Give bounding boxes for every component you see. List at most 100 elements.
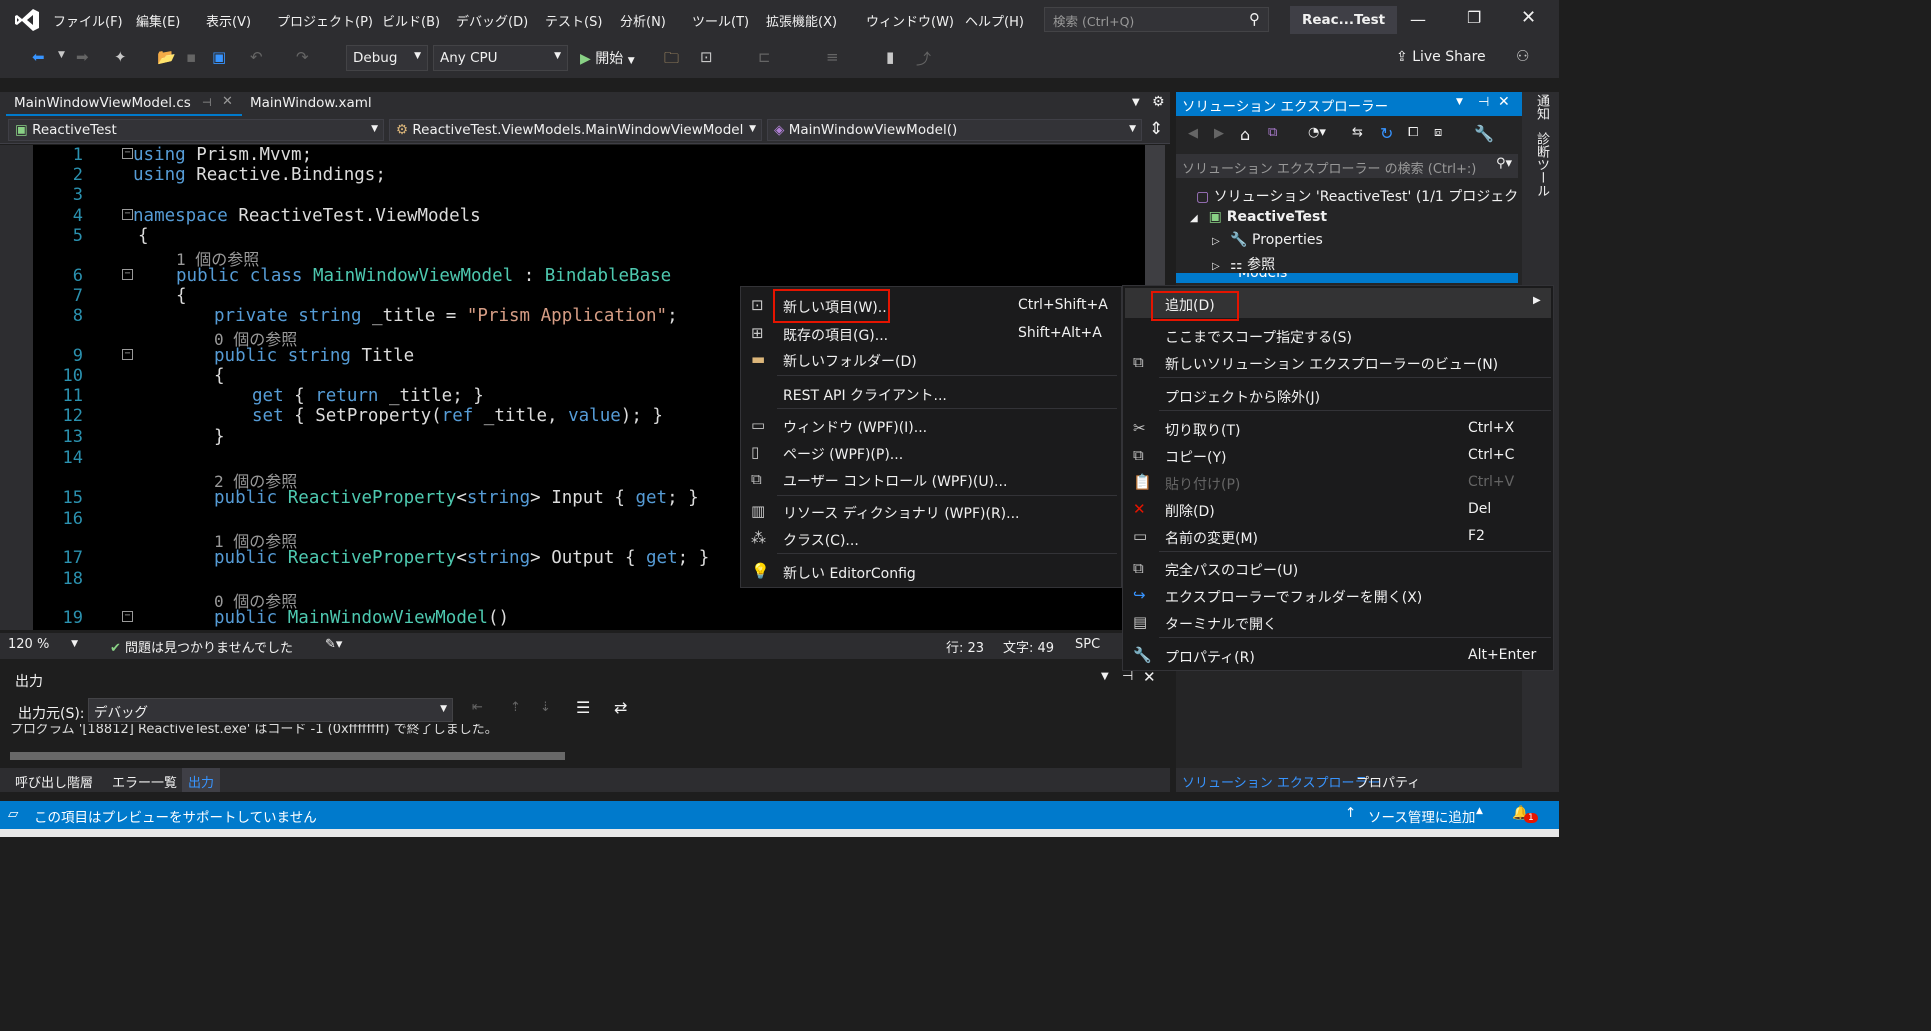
browse-folder-icon[interactable]: 🗀 xyxy=(664,48,679,73)
member-dropdown[interactable]: ◈ MainWindowViewModel() ▼ xyxy=(767,119,1142,141)
start-debug-button[interactable]: ▶ 開始 ▼ xyxy=(580,48,635,68)
menu-project[interactable]: プロジェクト(P) xyxy=(277,11,373,30)
platform-dropdown[interactable]: Any CPU ▼ xyxy=(433,45,568,71)
context-item-properties[interactable]: 🔧 プロパティ(R) Alt+Enter xyxy=(1123,643,1553,669)
project-dropdown[interactable]: ▣ ReactiveTest ▼ xyxy=(8,119,384,141)
search-box[interactable]: 検索 (Ctrl+Q) ⚲ xyxy=(1044,7,1269,32)
new-project-icon[interactable]: ✦ xyxy=(114,48,127,66)
context-item-scope[interactable]: ここまでスコープ指定する(S) xyxy=(1123,323,1553,349)
back-arrow-icon[interactable]: ⬅ xyxy=(32,48,45,66)
expanded-arrow-icon[interactable]: ◢ xyxy=(1190,213,1198,224)
feedback-icon[interactable]: ⚇ xyxy=(1516,47,1529,65)
close-window-button[interactable]: ✕ xyxy=(1521,7,1536,28)
minimize-button[interactable]: — xyxy=(1410,10,1426,29)
tab-mainwindow-xaml[interactable]: MainWindow.xaml xyxy=(242,92,402,116)
menu-file[interactable]: ファイル(F) xyxy=(53,11,123,30)
properties-wrench-icon[interactable]: 🔧 xyxy=(1474,124,1494,143)
maximize-button[interactable]: ❐ xyxy=(1467,8,1481,27)
save-all-icon[interactable]: ▣ xyxy=(212,48,226,66)
fold-toggle-icon[interactable]: − xyxy=(122,209,133,220)
submenu-page-wpf[interactable]: ▯ ページ (WPF)(P)... xyxy=(741,440,1121,466)
preview-icon[interactable]: ⊡ xyxy=(700,48,713,66)
tab-error-list[interactable]: エラー一覧 xyxy=(112,772,177,791)
solution-search-input[interactable]: ソリューション エクスプローラー の検索 (Ctrl+:) xyxy=(1182,162,1476,177)
submenu-new-folder[interactable]: ▬ 新しいフォルダー(D) xyxy=(741,347,1121,373)
find-message-icon[interactable]: ⇤ xyxy=(472,700,483,715)
solution-search-box[interactable]: ソリューション エクスプローラー の検索 (Ctrl+:) ⚲▾ xyxy=(1176,154,1518,178)
tab-properties[interactable]: プロパティ xyxy=(1356,772,1420,791)
switch-views-icon[interactable]: ⧉ xyxy=(1268,125,1277,140)
notifications-tab[interactable]: 通知 xyxy=(1532,94,1551,120)
context-item-exclude[interactable]: プロジェクトから除外(J) xyxy=(1123,383,1553,409)
clear-all-icon[interactable]: ☰ xyxy=(576,698,590,717)
collapsed-arrow-icon[interactable]: ▷ xyxy=(1212,236,1220,247)
prev-bookmark-icon[interactable]: ⤴ xyxy=(916,48,931,69)
tree-item-references[interactable]: ▷ ⚏ 参照 xyxy=(1212,254,1275,274)
output-text-area[interactable]: プログラム '[18812] ReactiveTest.exe' はコード -1… xyxy=(10,724,1140,736)
collapse-all-icon[interactable]: ⧠ xyxy=(1408,125,1418,140)
menu-test[interactable]: テスト(S) xyxy=(545,11,602,30)
add-to-source-control-button[interactable]: ソース管理に追加 xyxy=(1368,806,1475,826)
tree-item-solution[interactable]: ▢ ソリューション 'ReactiveTest' (1/1 プロジェクト) xyxy=(1196,186,1538,206)
align-icon[interactable]: ⊏ xyxy=(758,48,771,66)
search-icon[interactable]: ⚲ xyxy=(1249,10,1260,28)
next-message-icon[interactable]: ⇣ xyxy=(540,700,551,715)
tree-item-properties[interactable]: ▷ 🔧 Properties xyxy=(1212,232,1323,248)
pin-icon[interactable]: ⊣ xyxy=(1122,669,1133,684)
pin-icon[interactable]: ⊣ xyxy=(202,96,212,109)
open-folder-icon[interactable]: 📂 xyxy=(157,48,176,66)
output-horizontal-scrollbar[interactable] xyxy=(10,752,565,760)
tab-list-dropdown-icon[interactable]: ▼ xyxy=(1132,97,1140,108)
fold-toggle-icon[interactable]: − xyxy=(122,611,133,622)
search-icon[interactable]: ⚲▾ xyxy=(1496,156,1512,171)
fold-toggle-icon[interactable]: − xyxy=(122,148,133,159)
tab-solution-explorer[interactable]: ソリューション エクスプローラー xyxy=(1182,772,1380,791)
tree-item-models-selected[interactable]: Models xyxy=(1176,273,1518,283)
close-tab-icon[interactable]: ✕ xyxy=(222,94,233,109)
tab-mainwindowviewmodel[interactable]: MainWindowViewModel.cs ⊣ ✕ xyxy=(6,92,242,116)
back-dropdown-icon[interactable]: ▼ xyxy=(58,50,65,60)
tab-output[interactable]: 出力 xyxy=(182,768,221,792)
menu-edit[interactable]: 編集(E) xyxy=(136,11,180,30)
tab-call-hierarchy[interactable]: 呼び出し階層 xyxy=(15,772,93,791)
word-wrap-icon[interactable]: ⇄ xyxy=(614,698,627,717)
redo-icon[interactable]: ↷ xyxy=(296,48,309,66)
code-cleanup-icon[interactable]: ✎▾ xyxy=(325,637,342,652)
zoom-dropdown[interactable]: 120 % ▼ xyxy=(8,637,80,652)
output-source-dropdown[interactable]: デバッグ ▼ xyxy=(88,698,453,722)
issues-indicator[interactable]: ✔ 問題は見つかりませんでした xyxy=(110,637,293,656)
menu-help[interactable]: ヘルプ(H) xyxy=(965,11,1024,30)
whitespace-mode[interactable]: SPC xyxy=(1075,637,1100,652)
context-item-new-view[interactable]: ⧉ 新しいソリューション エクスプローラーのビュー(N) xyxy=(1123,350,1553,376)
submenu-new-editorconfig[interactable]: 💡 新しい EditorConfig xyxy=(741,559,1121,585)
forward-icon[interactable]: ▶ xyxy=(1214,126,1224,141)
submenu-resource-dictionary[interactable]: ▥ リソース ディクショナリ (WPF)(R)... xyxy=(741,499,1121,525)
context-item-open-in-explorer[interactable]: ↪ エクスプローラーでフォルダーを開く(X) xyxy=(1123,583,1553,609)
context-item-delete[interactable]: ✕ 削除(D) Del xyxy=(1123,497,1553,523)
comment-icon[interactable]: ≡ xyxy=(826,48,839,66)
prev-message-icon[interactable]: ⇡ xyxy=(510,700,521,715)
submenu-class[interactable]: ⁂ クラス(C)... xyxy=(741,526,1121,552)
fold-toggle-icon[interactable]: − xyxy=(122,349,133,360)
context-item-paste[interactable]: 📋 貼り付け(P) Ctrl+V xyxy=(1123,470,1553,496)
solution-config-dropdown[interactable]: Debug ▼ xyxy=(346,45,428,71)
context-item-cut[interactable]: ✂ 切り取り(T) Ctrl+X xyxy=(1123,416,1553,442)
tree-item-project[interactable]: ◢ ▣ ReactiveTest xyxy=(1190,209,1327,225)
show-all-files-icon[interactable]: ⧈ xyxy=(1434,125,1442,140)
live-share-button[interactable]: ⇪ Live Share xyxy=(1396,49,1486,65)
class-dropdown[interactable]: ⚙ ReactiveTest.ViewModels.MainWindowView… xyxy=(389,119,762,141)
menu-window[interactable]: ウィンドウ(W) xyxy=(866,11,954,30)
split-editor-icon[interactable]: ⇕ xyxy=(1149,119,1163,139)
undo-icon[interactable]: ↶ xyxy=(250,48,263,66)
submenu-user-control-wpf[interactable]: ⧉ ユーザー コントロール (WPF)(U)... xyxy=(741,467,1121,493)
submenu-window-wpf[interactable]: ▭ ウィンドウ (WPF)(I)... xyxy=(741,413,1121,439)
context-item-copy-full-path[interactable]: ⧉ 完全パスのコピー(U) xyxy=(1123,556,1553,582)
bookmark-icon[interactable]: ▮ xyxy=(886,48,894,66)
refresh-icon[interactable]: ↻ xyxy=(1380,124,1393,143)
menu-build[interactable]: ビルド(B) xyxy=(382,11,440,30)
menu-tools[interactable]: ツール(T) xyxy=(692,11,749,30)
menu-analyze[interactable]: 分析(N) xyxy=(620,11,666,30)
diagnostic-tools-tab[interactable]: 診断ツール xyxy=(1532,132,1551,197)
visual-studio-logo-icon[interactable] xyxy=(14,8,40,32)
fold-toggle-icon[interactable]: − xyxy=(122,269,133,280)
